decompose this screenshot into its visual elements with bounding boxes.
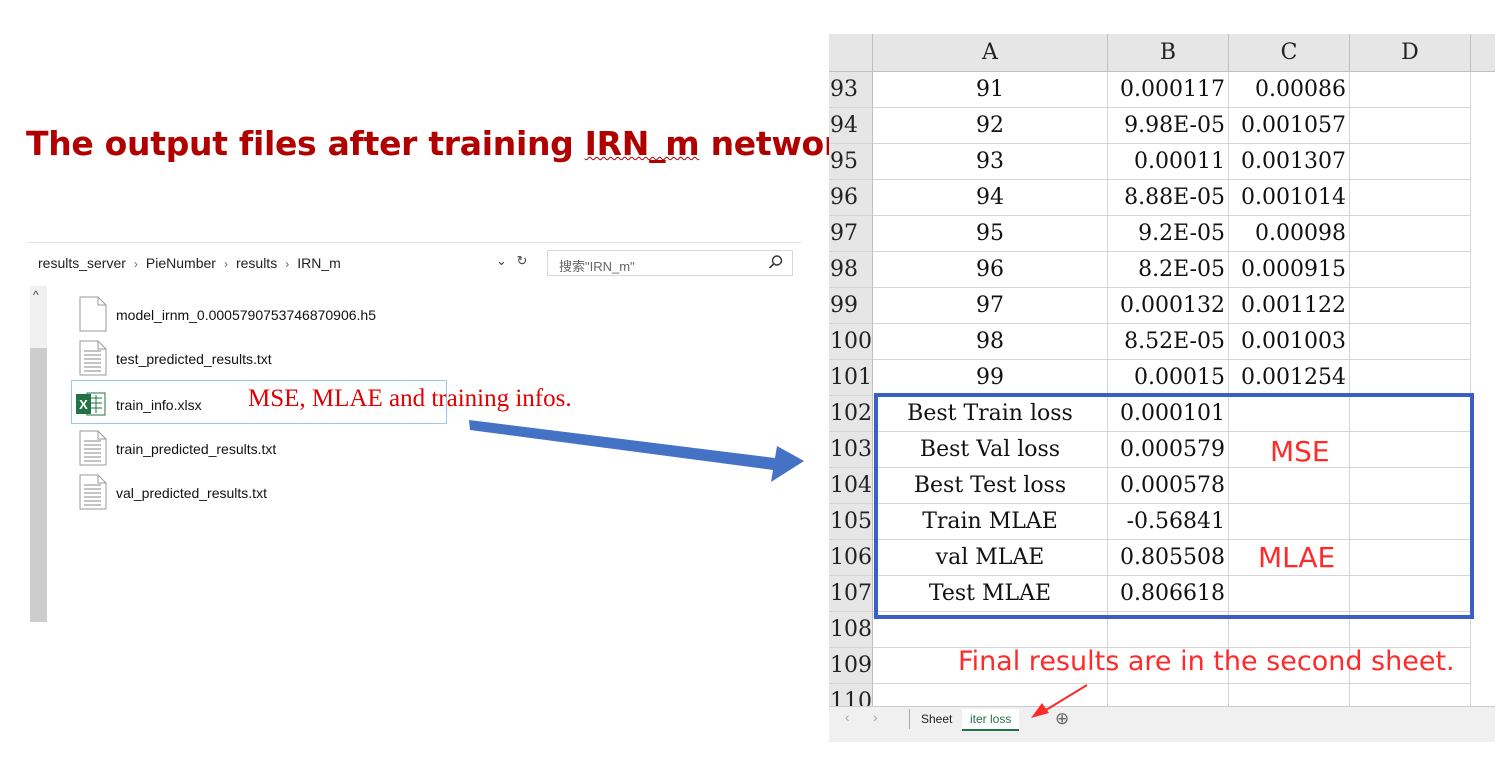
arrow-to-tab-head (1031, 703, 1049, 718)
arrow-to-tab (1045, 684, 1088, 711)
annotation-arrows (469, 420, 1088, 718)
arrow-to-table (469, 420, 804, 482)
